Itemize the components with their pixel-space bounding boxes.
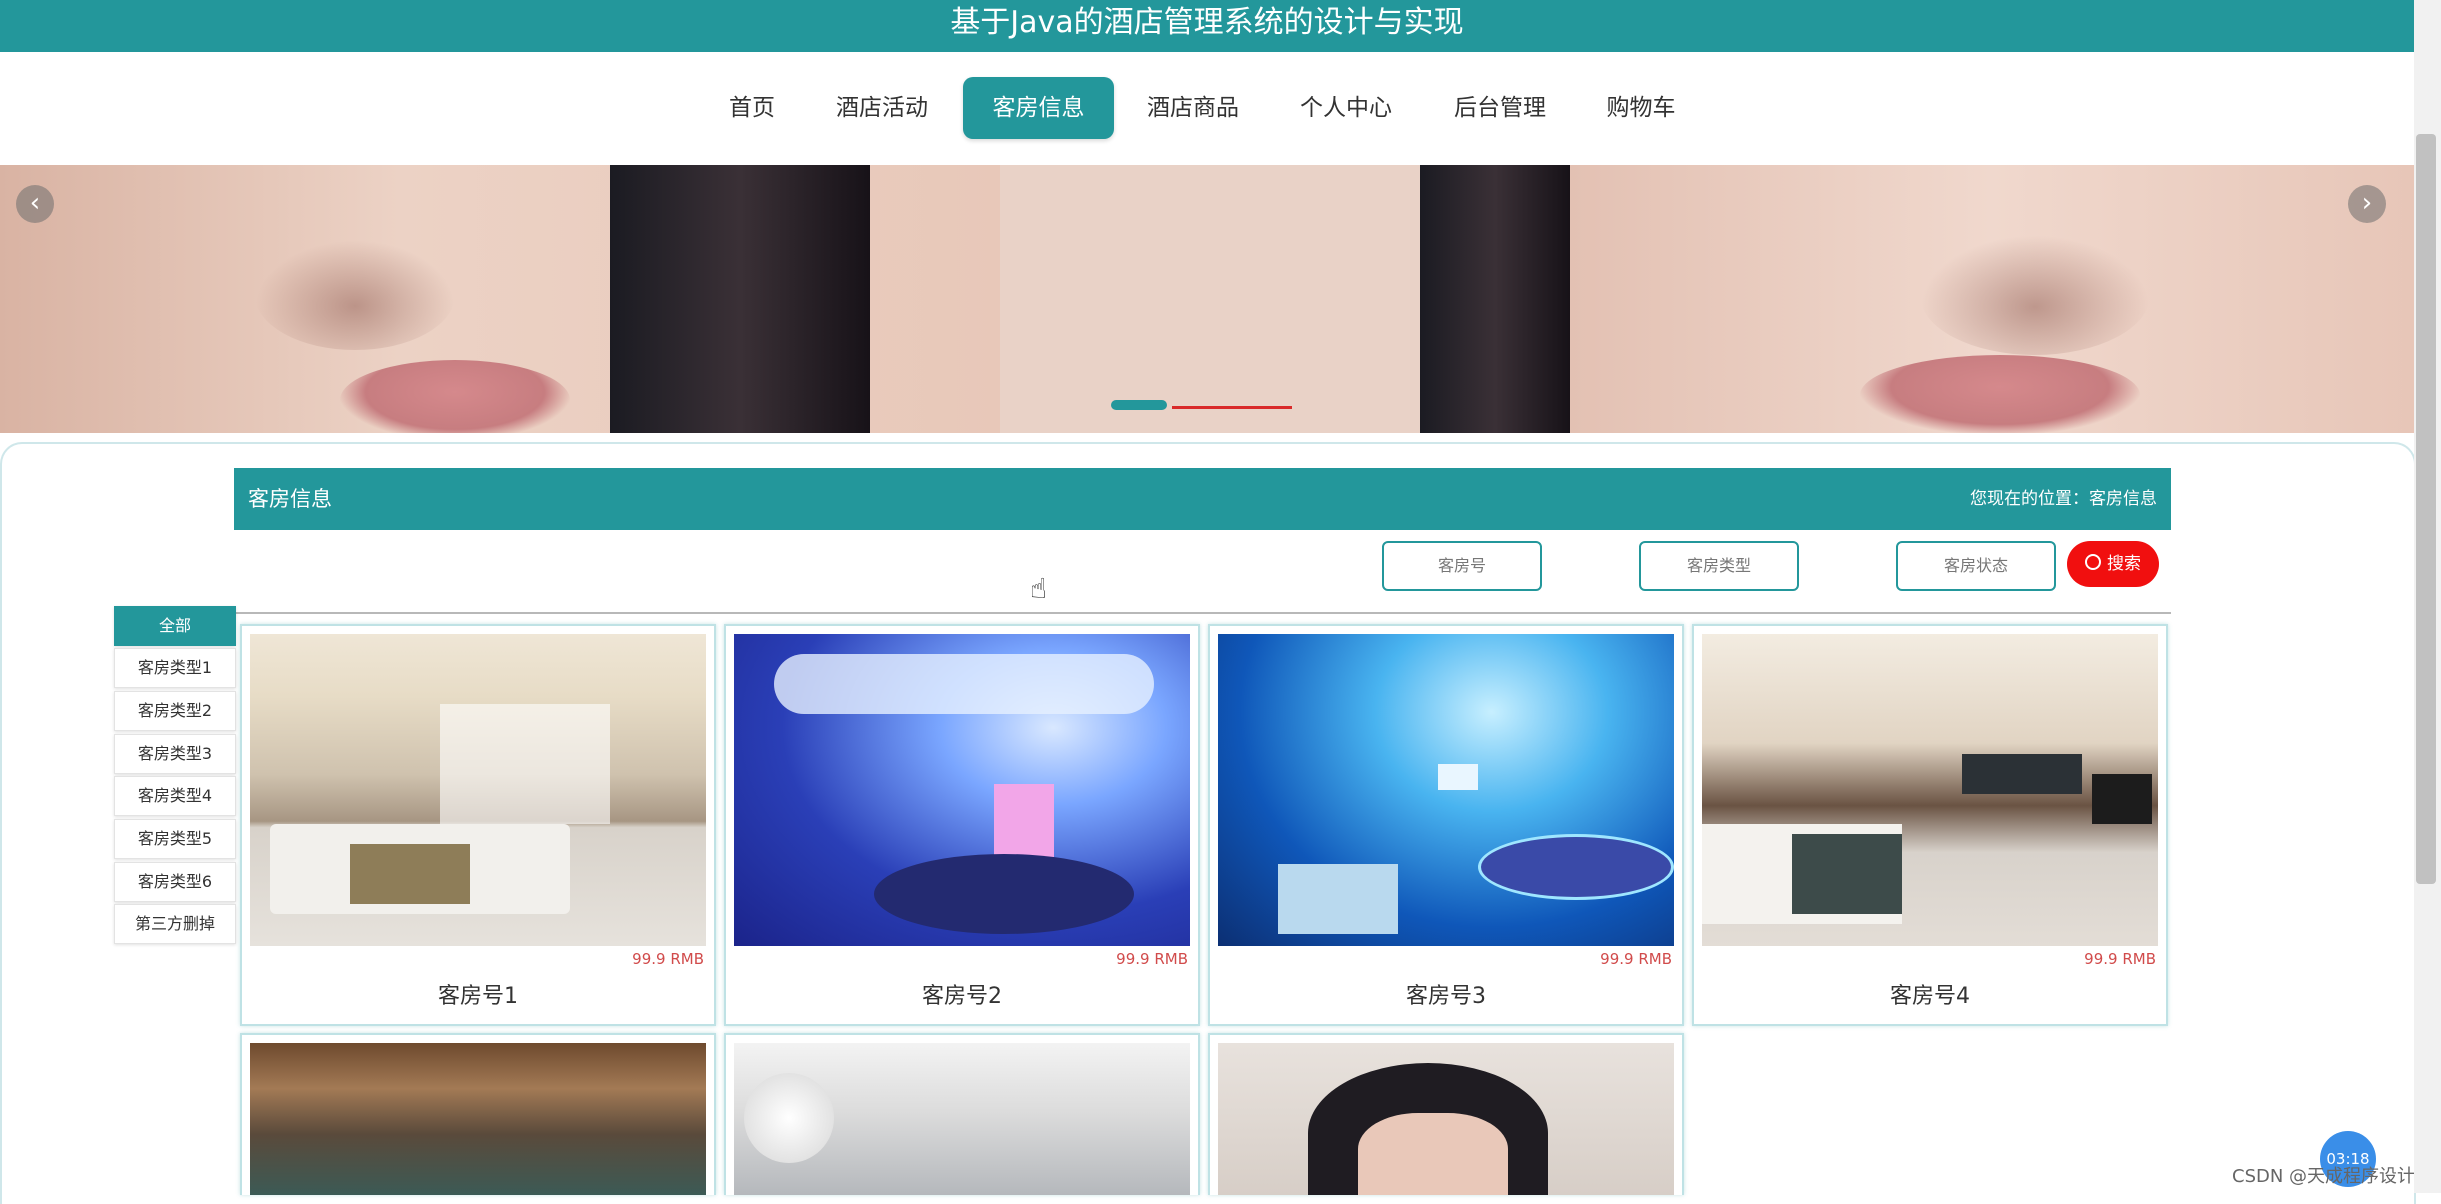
- banner-lips-right: [1860, 355, 2140, 433]
- room-price: 99.9 RMB: [1116, 950, 1188, 968]
- room-name[interactable]: 客房号1: [242, 978, 714, 1010]
- breadcrumb: 您现在的位置：客房信息: [1970, 489, 2157, 509]
- room-image[interactable]: [734, 1043, 1190, 1195]
- site-title: 基于Java的酒店管理系统的设计与实现: [950, 5, 1464, 40]
- room-card[interactable]: [1208, 1033, 1684, 1195]
- category-type-6[interactable]: 客房类型6: [114, 862, 236, 902]
- room-price: 99.9 RMB: [2084, 950, 2156, 968]
- room-image[interactable]: [1218, 1043, 1674, 1195]
- room-card[interactable]: [240, 1033, 716, 1195]
- nav-item-hotel-products[interactable]: 酒店商品: [1133, 77, 1253, 139]
- room-card[interactable]: 99.9 RMB 客房号3: [1208, 624, 1684, 1026]
- room-status-input[interactable]: 客房状态: [1896, 541, 2056, 591]
- room-image[interactable]: [250, 1043, 706, 1195]
- room-number-input[interactable]: 客房号: [1382, 541, 1542, 591]
- nav-item-admin[interactable]: 后台管理: [1440, 77, 1560, 139]
- room-type-input[interactable]: 客房类型: [1639, 541, 1799, 591]
- section-title: 客房信息: [248, 487, 332, 511]
- room-card[interactable]: [724, 1033, 1200, 1195]
- banner-lips-left: [340, 360, 570, 433]
- banner-carousel[interactable]: ‹ ›: [0, 165, 2414, 433]
- search-button-label: 搜索: [2107, 554, 2141, 574]
- search-button[interactable]: 搜索: [2067, 541, 2159, 587]
- room-card[interactable]: 99.9 RMB 客房号1: [240, 624, 716, 1026]
- category-type-3[interactable]: 客房类型3: [114, 734, 236, 774]
- nav-item-cart[interactable]: 购物车: [1596, 77, 1686, 139]
- category-third-party-delete[interactable]: 第三方删掉: [114, 904, 236, 944]
- chevron-left-icon[interactable]: ‹: [16, 185, 54, 223]
- nav-item-room-info[interactable]: 客房信息: [963, 77, 1114, 139]
- room-name[interactable]: 客房号4: [1694, 978, 2166, 1010]
- category-type-2[interactable]: 客房类型2: [114, 691, 236, 731]
- room-name[interactable]: 客房号2: [726, 978, 1198, 1010]
- nav-item-home[interactable]: 首页: [712, 77, 792, 139]
- search-icon: [2085, 554, 2101, 570]
- room-card[interactable]: 99.9 RMB 客房号2: [724, 624, 1200, 1026]
- banner-hair-right: [1420, 165, 1570, 433]
- title-bar: 基于Java的酒店管理系统的设计与实现: [0, 0, 2441, 52]
- category-type-4[interactable]: 客房类型4: [114, 776, 236, 816]
- carousel-indicator-active[interactable]: [1111, 400, 1167, 410]
- room-card[interactable]: 99.9 RMB 客房号4: [1692, 624, 2168, 1026]
- watermark: CSDN @天成程序设计: [2232, 1166, 2416, 1187]
- category-all[interactable]: 全部: [114, 606, 236, 646]
- category-type-5[interactable]: 客房类型5: [114, 819, 236, 859]
- section-header: 客房信息 您现在的位置：客房信息: [234, 468, 2171, 530]
- banner-hair-left: [610, 165, 870, 433]
- room-price: 99.9 RMB: [632, 950, 704, 968]
- room-price: 99.9 RMB: [1600, 950, 1672, 968]
- carousel-indicator[interactable]: [1172, 406, 1292, 409]
- scrollbar-thumb[interactable]: [2416, 134, 2436, 884]
- banner-shade: [1920, 235, 2150, 355]
- nav-item-personal-center[interactable]: 个人中心: [1286, 77, 1406, 139]
- chevron-right-icon[interactable]: ›: [2348, 185, 2386, 223]
- room-image[interactable]: [734, 634, 1190, 946]
- room-image[interactable]: [250, 634, 706, 946]
- divider: [234, 612, 2171, 614]
- room-image[interactable]: [1702, 634, 2158, 946]
- hand-cursor-icon: ☝: [1030, 572, 1048, 605]
- nav-item-hotel-activities[interactable]: 酒店活动: [822, 77, 942, 139]
- category-type-1[interactable]: 客房类型1: [114, 648, 236, 688]
- banner-shade: [255, 240, 455, 350]
- room-image[interactable]: [1218, 634, 1674, 946]
- room-name[interactable]: 客房号3: [1210, 978, 1682, 1010]
